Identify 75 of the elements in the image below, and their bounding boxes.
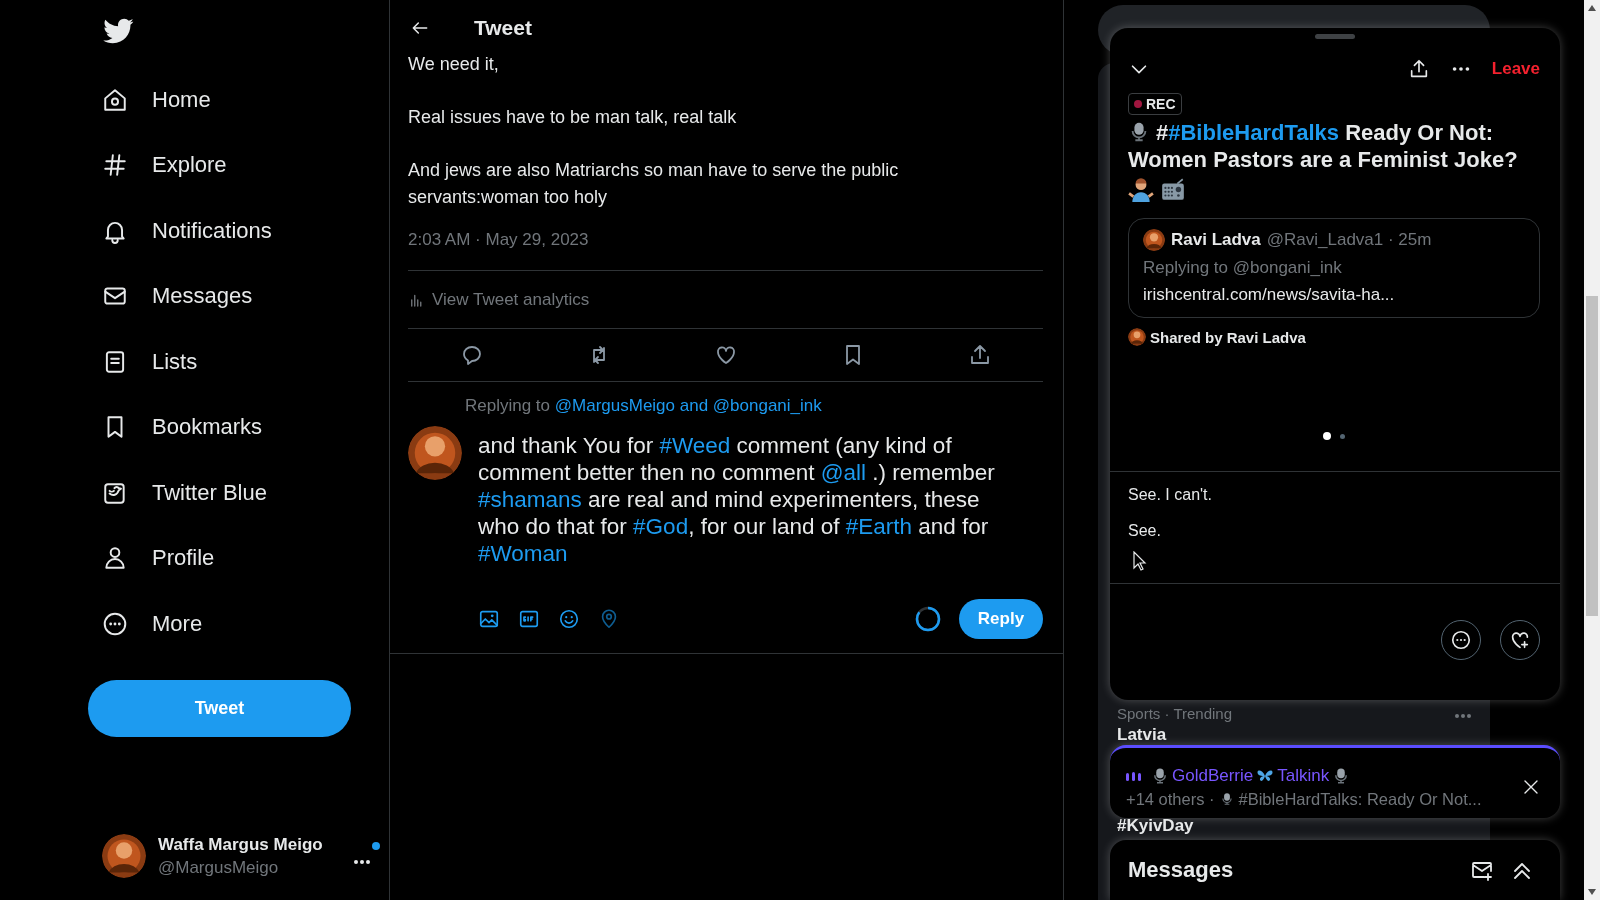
comment-text: See. xyxy=(1128,522,1162,540)
quoted-tweet-card[interactable]: Ravi Ladva @Ravi_Ladva1 · 25m Replying to @bongani_ink irishcentral.com/news/savita-ha... xyxy=(1128,218,1540,318)
reactions-button[interactable] xyxy=(1441,620,1481,660)
reply-input[interactable]: and thank You for #Weed comment (any kind of comment better then no comment @all .) remember #shamans are real and mind experimenters, these who do that for #God, for our land of #Earth and for #Woman xyxy=(478,432,1026,567)
more-circle-icon xyxy=(102,610,128,637)
mention-link[interactable]: @MargusMeigo and @bongani_ink xyxy=(554,396,822,415)
avatar xyxy=(1143,229,1165,251)
smiley-icon[interactable] xyxy=(558,608,580,630)
nav-item[interactable]: More xyxy=(88,591,389,657)
nav-item[interactable]: Lists xyxy=(88,329,389,395)
author-handle: @Ravi_Ladva1 · 25m xyxy=(1266,230,1432,250)
avatar xyxy=(1128,328,1146,346)
host-name: Talkink xyxy=(1277,765,1330,786)
hashtag-link[interactable]: #Weed xyxy=(659,433,731,458)
scrollbar-thumb[interactable] xyxy=(1586,296,1598,616)
tweet-text: And jews are also Matriarchs so man have to serve the public servants:woman too holy xyxy=(408,159,900,209)
image-icon[interactable] xyxy=(478,608,500,630)
nav-item[interactable]: Explore xyxy=(88,132,389,198)
nav-item[interactable]: Messages xyxy=(88,263,389,329)
scroll-down-icon[interactable] xyxy=(1588,889,1596,895)
trend-name[interactable]: #KyivDay xyxy=(1117,816,1194,836)
host-name: GoldBerrie xyxy=(1172,765,1254,786)
home-icon xyxy=(102,86,128,113)
close-icon[interactable] xyxy=(1522,778,1540,796)
hashtag-link[interactable]: #shamans xyxy=(478,487,582,512)
author-name: Ravi Ladva xyxy=(1171,230,1261,250)
hashtag-icon xyxy=(102,152,128,179)
nav-item[interactable]: Notifications xyxy=(88,198,389,264)
gif-icon[interactable] xyxy=(518,608,540,630)
link-text: irishcentral.com/news/savita-ha... xyxy=(1143,285,1396,305)
sound-bars-icon xyxy=(1126,770,1142,781)
tweet-text: Real issues have to be man talk, real talk xyxy=(408,106,738,129)
scroll-up-icon[interactable] xyxy=(1588,5,1596,11)
tweet-text: We need it, xyxy=(408,53,500,76)
replying-to-text: Replying to @MargusMeigo and @bongani_ink xyxy=(465,396,823,416)
hashtag-link[interactable]: #Woman xyxy=(478,541,568,566)
nav-item[interactable]: Bookmarks xyxy=(88,394,389,460)
request-button[interactable] xyxy=(1500,620,1540,660)
radio-icon xyxy=(1160,176,1186,202)
nav-item[interactable]: Twitter Blue xyxy=(88,460,389,526)
smiley-dots-icon xyxy=(1450,629,1472,651)
account-name: Waffa Margus Meigo xyxy=(158,834,323,855)
nav-item[interactable]: Profile xyxy=(88,525,389,591)
scrollbar[interactable] xyxy=(1584,0,1600,900)
page-dot[interactable] xyxy=(1323,432,1331,440)
avatar xyxy=(408,426,462,480)
mouse-cursor-icon xyxy=(1133,551,1147,571)
trend-category: Sports · Trending xyxy=(1117,705,1233,722)
hashtag-link[interactable]: @all xyxy=(820,460,867,485)
microphone-icon xyxy=(1219,790,1234,808)
hashtag-link[interactable]: #God xyxy=(633,514,689,539)
hashtag-link[interactable]: #Earth xyxy=(845,514,913,539)
analytics-link[interactable]: View Tweet analytics xyxy=(432,289,590,310)
shrugging-figure-icon xyxy=(1128,176,1154,202)
leave-button[interactable]: Leave xyxy=(1491,59,1540,79)
shared-by-text: Shared by Ravi Ladva xyxy=(1150,328,1306,346)
account-handle: @MargusMeigo xyxy=(158,857,280,878)
avatar xyxy=(102,834,146,878)
space-mini-player[interactable]: GoldBerrie Talkink +14 others · #BibleHardTalks: Ready Or Not... xyxy=(1110,745,1560,818)
heart-plus-icon xyxy=(1509,629,1531,651)
hashtag-link[interactable]: #BibleHardTalks xyxy=(1168,120,1340,145)
page-dot[interactable] xyxy=(1340,433,1345,439)
space-subtitle: #BibleHardTalks: Ready Or Not... xyxy=(1238,789,1482,809)
space-title: ##BibleHardTalks Ready Or Not: Women Pastors are a Feminist Joke? xyxy=(1128,119,1519,173)
comment-text: See. I can't. xyxy=(1128,486,1213,504)
drawer-title: Messages xyxy=(1128,857,1234,883)
page-title: Tweet xyxy=(474,16,532,40)
replying-to-text: Replying to @bongani_ink xyxy=(1143,258,1343,278)
trend-name[interactable]: Latvia xyxy=(1117,725,1167,745)
listener-count: +14 others · xyxy=(1126,789,1215,809)
drag-handle[interactable] xyxy=(1315,34,1355,39)
timestamp: 2:03 AM · May 29, 2023 xyxy=(408,230,1043,271)
person-icon xyxy=(102,545,128,572)
nav-item[interactable]: Home xyxy=(88,67,389,133)
recording-badge: REC xyxy=(1128,93,1182,115)
